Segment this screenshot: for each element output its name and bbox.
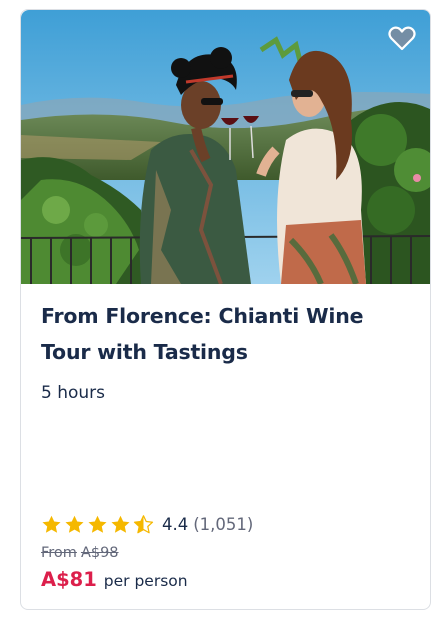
rating-stars xyxy=(41,514,154,535)
original-price: From A$98 xyxy=(41,545,123,561)
activity-duration: 5 hours xyxy=(41,383,106,403)
heart-icon[interactable] xyxy=(387,23,417,53)
rating-value: 4.4 xyxy=(162,514,189,534)
original-price-value: A$98 xyxy=(80,545,119,561)
review-count: (1,051) xyxy=(193,514,254,534)
half-star-icon xyxy=(133,514,154,533)
activity-photo[interactable] xyxy=(21,10,430,284)
rating-row: 4.4 (1,051) xyxy=(41,512,253,536)
price-row: A$81 per person xyxy=(41,568,188,591)
from-label: From xyxy=(41,545,77,561)
activity-title[interactable]: From Florence: Chianti Wine Tour with Ta… xyxy=(41,298,416,370)
price-unit: per person xyxy=(103,572,188,590)
activity-card[interactable]: From Florence: Chianti Wine Tour with Ta… xyxy=(20,9,431,610)
star-icon xyxy=(65,515,84,533)
star-icon xyxy=(111,515,130,533)
current-price: A$81 xyxy=(41,568,97,591)
star-icon xyxy=(42,515,61,533)
star-icon xyxy=(88,515,107,533)
